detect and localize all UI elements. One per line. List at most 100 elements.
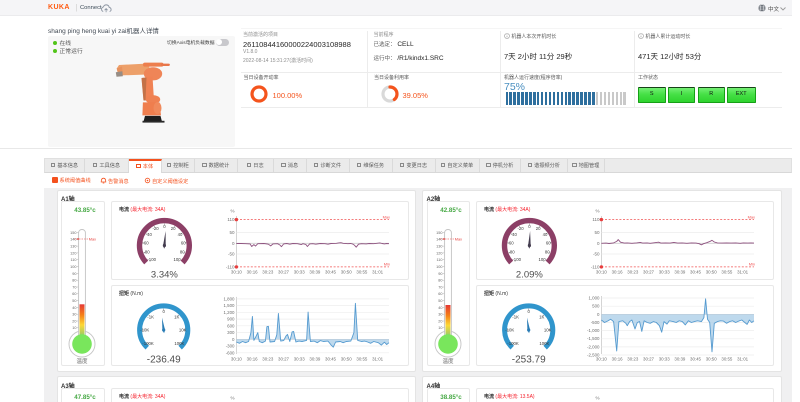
svg-text:120: 120 bbox=[70, 251, 76, 255]
svg-text:80: 80 bbox=[545, 250, 550, 255]
svg-text:30:55: 30:55 bbox=[721, 356, 733, 361]
svg-text:110: 110 bbox=[436, 258, 442, 262]
svg-text:-600: -600 bbox=[225, 350, 234, 355]
svg-text:80: 80 bbox=[72, 279, 76, 283]
svg-text:温度: 温度 bbox=[442, 357, 454, 365]
svg-text:30:50: 30:50 bbox=[340, 270, 352, 275]
svg-text:%: % bbox=[595, 209, 599, 214]
svg-text:100: 100 bbox=[436, 265, 442, 269]
svg-text:30:50: 30:50 bbox=[340, 356, 352, 361]
svg-text:-50: -50 bbox=[593, 252, 600, 257]
svg-text:31:01: 31:01 bbox=[372, 356, 384, 361]
svg-text:30:45: 30:45 bbox=[325, 356, 337, 361]
svg-text:30:50: 30:50 bbox=[706, 270, 718, 275]
svg-text:电流 (最大电流: 34A): 电流 (最大电流: 34A) bbox=[119, 393, 166, 400]
svg-text:30:16: 30:16 bbox=[612, 356, 624, 361]
svg-text:130: 130 bbox=[436, 245, 442, 249]
svg-text:30:27: 30:27 bbox=[278, 270, 290, 275]
svg-text:1,200: 1,200 bbox=[223, 309, 235, 314]
svg-text:扭矩 (N.m): 扭矩 (N.m) bbox=[119, 290, 143, 297]
svg-text:30:10: 30:10 bbox=[596, 356, 608, 361]
svg-text:40: 40 bbox=[543, 232, 548, 237]
svg-text:Min: Min bbox=[383, 262, 389, 267]
svg-text:300: 300 bbox=[227, 330, 235, 335]
svg-text:电流 (最大电流: 34A): 电流 (最大电流: 34A) bbox=[119, 206, 166, 213]
svg-text:30:16: 30:16 bbox=[612, 270, 624, 275]
svg-text:100: 100 bbox=[539, 257, 547, 262]
svg-text:扭矩 (N.m): 扭矩 (N.m) bbox=[484, 290, 508, 297]
svg-text:1,800: 1,800 bbox=[223, 296, 235, 301]
svg-text:-60: -60 bbox=[142, 241, 149, 246]
svg-text:110: 110 bbox=[592, 217, 600, 222]
svg-text:-80: -80 bbox=[508, 250, 515, 255]
svg-text:-50: -50 bbox=[227, 252, 234, 257]
svg-text:47.85°c: 47.85°c bbox=[74, 394, 96, 401]
svg-text:80: 80 bbox=[438, 279, 442, 283]
svg-text:30:16: 30:16 bbox=[246, 270, 258, 275]
svg-text:Min: Min bbox=[749, 262, 755, 267]
svg-text:60: 60 bbox=[72, 292, 76, 296]
svg-text:-1K: -1K bbox=[512, 314, 519, 319]
svg-text:60: 60 bbox=[180, 241, 185, 246]
svg-text:电流 (最大电流: 13.5A): 电流 (最大电流: 13.5A) bbox=[484, 393, 535, 400]
svg-text:1,000: 1,000 bbox=[589, 295, 601, 300]
svg-text:30:23: 30:23 bbox=[262, 270, 274, 275]
svg-text:10: 10 bbox=[72, 326, 76, 330]
svg-text:30:50: 30:50 bbox=[706, 356, 718, 361]
svg-text:20: 20 bbox=[170, 226, 175, 231]
svg-text:50: 50 bbox=[594, 230, 600, 235]
svg-text:%: % bbox=[595, 395, 599, 400]
svg-text:Max: Max bbox=[89, 238, 96, 242]
svg-text:500: 500 bbox=[592, 303, 600, 308]
svg-text:10K: 10K bbox=[178, 327, 186, 332]
svg-text:110: 110 bbox=[70, 258, 76, 262]
svg-text:140: 140 bbox=[436, 238, 442, 242]
svg-text:3.34%: 3.34% bbox=[150, 270, 177, 281]
svg-text:150: 150 bbox=[70, 231, 76, 235]
svg-text:100: 100 bbox=[173, 257, 181, 262]
svg-text:1K: 1K bbox=[539, 314, 544, 319]
svg-text:Max: Max bbox=[454, 238, 461, 242]
svg-text:30:23: 30:23 bbox=[627, 356, 639, 361]
svg-text:0: 0 bbox=[162, 308, 165, 313]
svg-text:0: 0 bbox=[163, 224, 166, 229]
svg-text:40: 40 bbox=[438, 306, 442, 310]
svg-text:30: 30 bbox=[72, 313, 76, 317]
svg-text:100: 100 bbox=[70, 265, 76, 269]
svg-text:-300: -300 bbox=[225, 343, 234, 348]
svg-text:20: 20 bbox=[536, 226, 541, 231]
svg-text:30: 30 bbox=[438, 313, 442, 317]
svg-text:30:33: 30:33 bbox=[659, 356, 671, 361]
svg-text:-10K: -10K bbox=[140, 327, 149, 332]
svg-text:30:10: 30:10 bbox=[230, 356, 242, 361]
svg-text:30:45: 30:45 bbox=[325, 270, 337, 275]
svg-text:10K: 10K bbox=[544, 327, 552, 332]
svg-text:30:39: 30:39 bbox=[674, 356, 686, 361]
svg-text:120: 120 bbox=[436, 251, 442, 255]
svg-text:30:10: 30:10 bbox=[230, 270, 242, 275]
svg-text:-100K: -100K bbox=[507, 341, 519, 346]
svg-text:130: 130 bbox=[70, 245, 76, 249]
svg-text:0: 0 bbox=[528, 308, 531, 313]
svg-text:-1,000: -1,000 bbox=[587, 328, 600, 333]
svg-text:90: 90 bbox=[438, 272, 442, 276]
svg-text:10: 10 bbox=[438, 326, 442, 330]
svg-text:-10K: -10K bbox=[505, 327, 514, 332]
svg-text:0: 0 bbox=[597, 241, 600, 246]
svg-text:31:01: 31:01 bbox=[737, 270, 749, 275]
svg-text:140: 140 bbox=[70, 238, 76, 242]
svg-text:30:16: 30:16 bbox=[246, 356, 258, 361]
svg-text:70: 70 bbox=[72, 285, 76, 289]
svg-text:60: 60 bbox=[546, 241, 551, 246]
svg-text:-100: -100 bbox=[512, 257, 521, 262]
svg-text:30:55: 30:55 bbox=[356, 356, 368, 361]
svg-text:-60: -60 bbox=[507, 241, 514, 246]
svg-text:31:01: 31:01 bbox=[737, 356, 749, 361]
svg-text:70: 70 bbox=[438, 285, 442, 289]
svg-text:110: 110 bbox=[227, 217, 235, 222]
svg-text:-2,000: -2,000 bbox=[587, 344, 600, 349]
svg-text:0: 0 bbox=[231, 241, 234, 246]
svg-text:Max: Max bbox=[748, 214, 755, 219]
svg-text:-100K: -100K bbox=[142, 341, 154, 346]
svg-text:30:27: 30:27 bbox=[643, 356, 655, 361]
